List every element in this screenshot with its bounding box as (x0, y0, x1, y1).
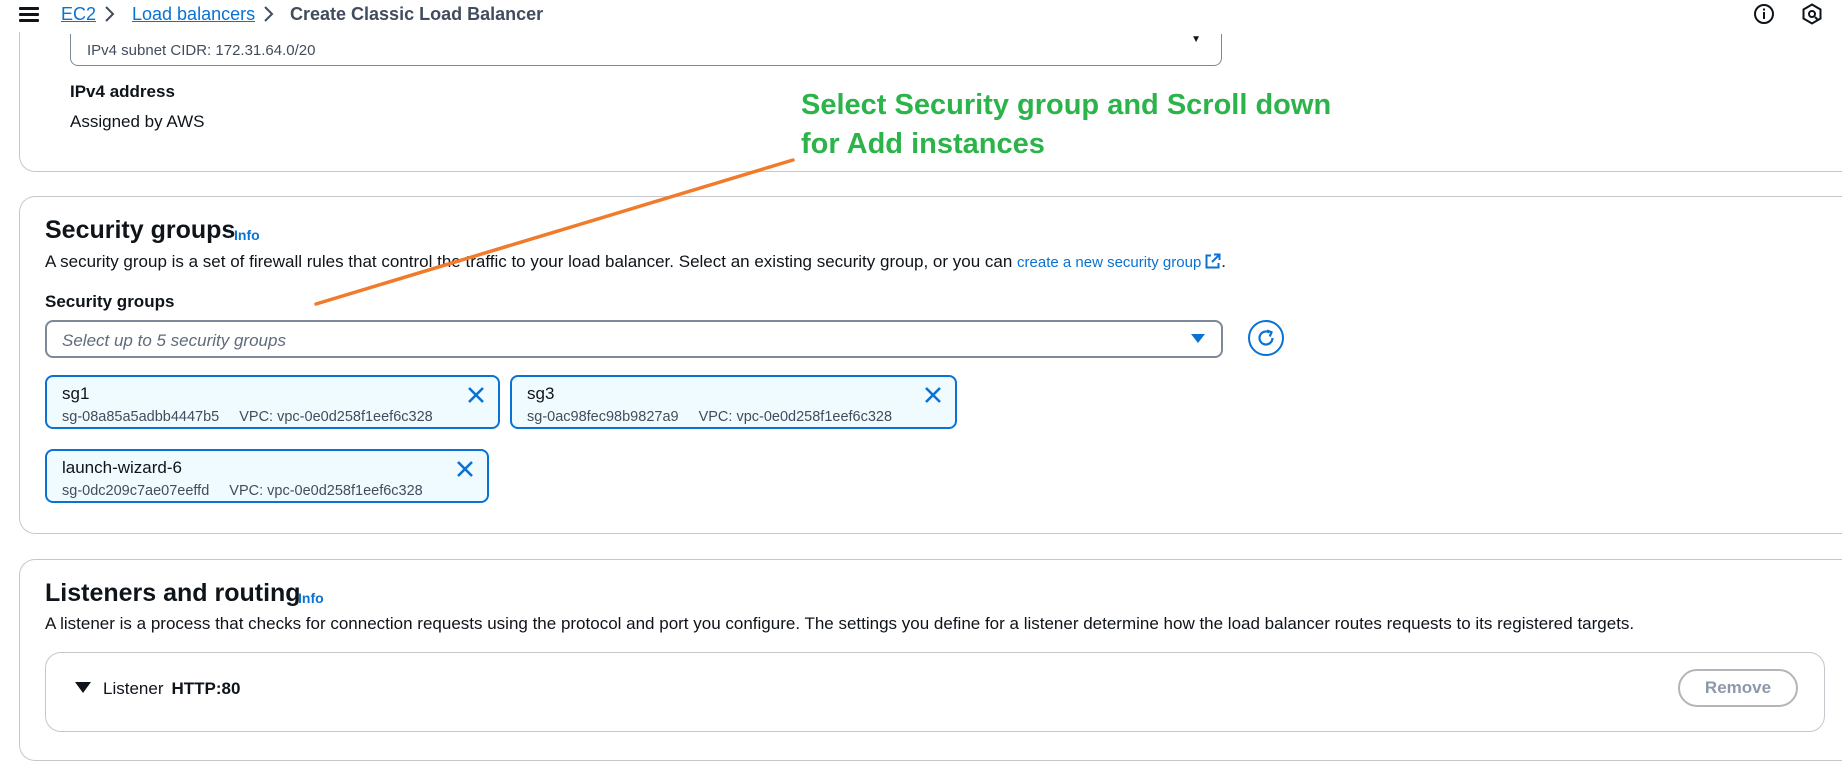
token-meta: sg-08a85a5adbb4447b5 VPC: vpc-0e0d258f1ee… (62, 409, 433, 425)
menu-icon[interactable] (19, 4, 39, 22)
breadcrumb-current: Create Classic Load Balancer (290, 4, 544, 24)
breadcrumb-load-balancers[interactable]: Load balancers (132, 3, 255, 25)
ipv4-address-label: IPv4 address (70, 82, 175, 101)
subnet-select[interactable]: IPv4 subnet CIDR: 172.31.64.0/20 ▼ (70, 34, 1222, 66)
listeners-info-link[interactable]: Info (298, 590, 324, 606)
listener-protocol-port: HTTP:80 (171, 679, 241, 698)
notifications-icon[interactable] (1800, 2, 1824, 26)
token-meta: sg-0ac98fec98b9827a9 VPC: vpc-0e0d258f1ee… (527, 409, 893, 425)
listener-container (45, 652, 1825, 732)
security-group-token-launch-wizard-6: launch-wizard-6 sg-0dc209c7ae07eeffd VPC:… (45, 449, 489, 503)
security-groups-title: Security groups (45, 216, 236, 244)
refresh-icon (1258, 329, 1274, 346)
annotation-text: Select Security group and Scroll down fo… (801, 89, 1332, 160)
close-icon[interactable] (923, 385, 943, 405)
close-icon[interactable] (455, 459, 475, 479)
chevron-right-icon (105, 6, 115, 22)
security-groups-info-link[interactable]: Info (234, 227, 260, 243)
refresh-button[interactable] (1248, 320, 1284, 356)
expand-caret-icon[interactable] (75, 682, 91, 693)
token-name: sg3 (527, 384, 555, 403)
token-meta: sg-0dc209c7ae07eeffd VPC: vpc-0e0d258f1ee… (62, 483, 423, 499)
security-groups-placeholder: Select up to 5 security groups (62, 331, 286, 350)
breadcrumb-ec2[interactable]: EC2 (61, 3, 96, 25)
security-groups-field-label: Security groups (45, 292, 175, 311)
listeners-description: A listener is a process that checks for … (45, 614, 1635, 633)
external-link-icon[interactable] (1205, 253, 1221, 269)
info-icon[interactable] (1752, 2, 1776, 26)
close-icon[interactable] (466, 385, 486, 405)
remove-listener-button[interactable]: Remove (1678, 669, 1798, 707)
token-name: sg1 (62, 384, 90, 403)
caret-down-icon (1191, 334, 1205, 343)
ipv4-address-value: Assigned by AWS (70, 112, 205, 131)
top-navigation-bar: EC2 Load balancers Create Classic Load B… (0, 0, 1842, 32)
security-groups-description: A security group is a set of firewall ru… (45, 252, 1227, 271)
listeners-title: Listeners and routing (45, 579, 301, 607)
create-security-group-link[interactable]: create a new security group (1017, 254, 1201, 271)
token-name: launch-wizard-6 (62, 458, 182, 477)
caret-down-icon: ▼ (1191, 34, 1201, 45)
listener-header: Listener HTTP:80 (103, 679, 241, 698)
security-group-token-sg1: sg1 sg-08a85a5adbb4447b5 VPC: vpc-0e0d258… (45, 375, 500, 429)
security-groups-select[interactable]: Select up to 5 security groups (45, 320, 1223, 358)
security-group-token-sg3: sg3 sg-0ac98fec98b9827a9 VPC: vpc-0e0d258… (510, 375, 957, 429)
subnet-cidr-text: IPv4 subnet CIDR: 172.31.64.0/20 (87, 42, 316, 59)
chevron-right-icon (264, 6, 274, 22)
